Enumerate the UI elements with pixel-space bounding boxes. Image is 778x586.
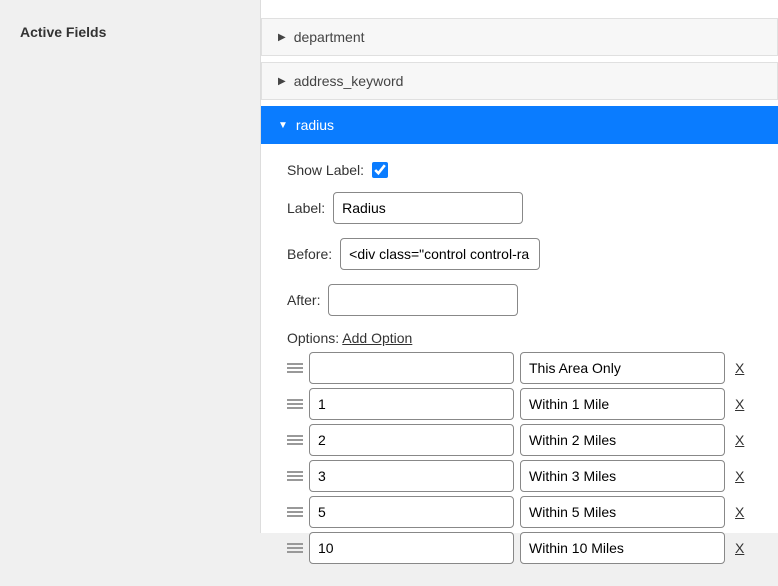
drag-handle-icon[interactable] (287, 362, 303, 374)
option-delete-button[interactable]: X (731, 540, 748, 556)
field-header-department[interactable]: ▶ department (261, 18, 778, 56)
option-row: X (287, 388, 752, 420)
option-label-input[interactable] (520, 460, 725, 492)
option-label-input[interactable] (520, 424, 725, 456)
sidebar: Active Fields (0, 0, 260, 533)
option-row: X (287, 352, 752, 384)
before-label: Before: (287, 246, 332, 262)
drag-handle-icon[interactable] (287, 506, 303, 518)
show-label-label: Show Label: (287, 162, 364, 178)
option-value-input[interactable] (309, 424, 514, 456)
option-row: X (287, 424, 752, 456)
option-delete-button[interactable]: X (731, 504, 748, 520)
field-body-radius: Show Label: Label: Before: After: Option… (261, 144, 778, 586)
drag-handle-icon[interactable] (287, 470, 303, 482)
after-input[interactable] (328, 284, 518, 316)
label-label: Label: (287, 200, 325, 216)
option-label-input[interactable] (520, 532, 725, 564)
field-header-label: address_keyword (294, 73, 404, 89)
option-delete-button[interactable]: X (731, 432, 748, 448)
option-label-input[interactable] (520, 496, 725, 528)
option-delete-button[interactable]: X (731, 396, 748, 412)
options-label: Options: (287, 330, 339, 346)
main-panel: ▶ department ▶ address_keyword ▼ radius … (260, 0, 778, 533)
add-option-link[interactable]: Add Option (342, 330, 412, 346)
option-value-input[interactable] (309, 532, 514, 564)
sidebar-title: Active Fields (20, 24, 106, 40)
option-value-input[interactable] (309, 388, 514, 420)
after-label: After: (287, 292, 320, 308)
field-header-label: radius (296, 117, 334, 133)
option-row: X (287, 532, 752, 564)
caret-right-icon: ▶ (278, 32, 286, 43)
option-value-input[interactable] (309, 460, 514, 492)
show-label-checkbox[interactable] (372, 162, 388, 178)
label-input[interactable] (333, 192, 523, 224)
option-label-input[interactable] (520, 388, 725, 420)
option-delete-button[interactable]: X (731, 360, 748, 376)
drag-handle-icon[interactable] (287, 434, 303, 446)
before-input[interactable] (340, 238, 540, 270)
field-header-label: department (294, 29, 365, 45)
option-label-input[interactable] (520, 352, 725, 384)
options-list: X X X X X X (287, 352, 752, 564)
option-delete-button[interactable]: X (731, 468, 748, 484)
caret-right-icon: ▶ (278, 76, 286, 87)
field-header-radius[interactable]: ▼ radius (261, 106, 778, 144)
drag-handle-icon[interactable] (287, 542, 303, 554)
option-value-input[interactable] (309, 496, 514, 528)
drag-handle-icon[interactable] (287, 398, 303, 410)
option-row: X (287, 460, 752, 492)
caret-down-icon: ▼ (278, 120, 288, 131)
field-header-address-keyword[interactable]: ▶ address_keyword (261, 62, 778, 100)
option-row: X (287, 496, 752, 528)
option-value-input[interactable] (309, 352, 514, 384)
